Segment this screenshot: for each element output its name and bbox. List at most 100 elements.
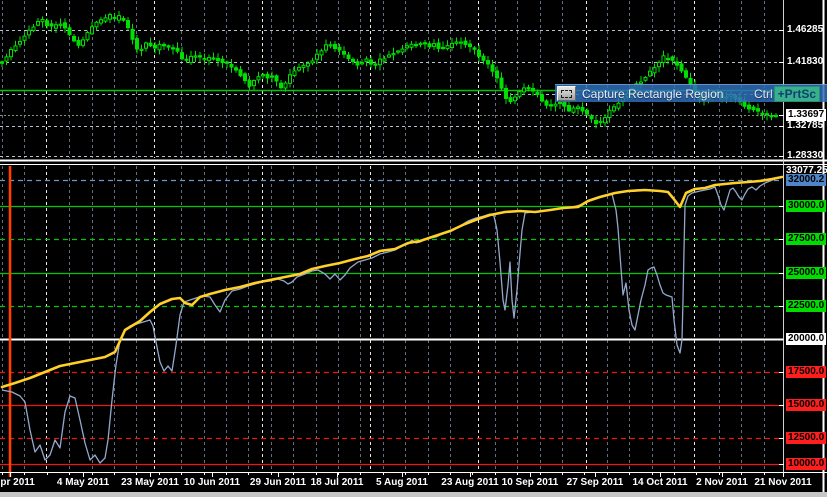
candle-body (459, 41, 463, 44)
candle-body (13, 45, 18, 51)
candle-body (657, 61, 661, 68)
candle-body (234, 67, 238, 71)
candle-body (45, 20, 49, 27)
candle-body (490, 64, 495, 72)
candle-body (108, 14, 112, 20)
candle-body (256, 76, 261, 81)
candle-body (661, 55, 666, 64)
candle-body (261, 74, 265, 77)
candle-body (166, 45, 171, 48)
candle-body (27, 29, 31, 36)
candle-body (450, 42, 454, 49)
candle-body (72, 35, 76, 42)
candle-body (324, 44, 328, 51)
candle-body (418, 42, 423, 46)
candle-body (756, 108, 760, 112)
candle-body (670, 56, 675, 61)
candle-body (360, 62, 364, 65)
candle-body (427, 43, 432, 48)
candle-body (391, 53, 396, 56)
candle-body (589, 115, 594, 120)
capture-tooltip-menu-item[interactable]: Capture Rectangle Region Ctrl +PrtSc (555, 84, 827, 102)
candle-body (297, 66, 301, 71)
candle-body (364, 58, 369, 63)
candle-body (571, 107, 576, 113)
candle-body (63, 22, 67, 29)
candle-body (531, 87, 535, 92)
tooltip-shortcut: Ctrl +PrtSc (753, 85, 820, 102)
candle-body (486, 60, 490, 65)
candle-body (562, 101, 567, 107)
candle-body (22, 35, 27, 41)
candle-body (436, 42, 441, 49)
candle-body (423, 42, 427, 45)
candle-body (774, 114, 778, 118)
candle-body (4, 56, 9, 62)
candle-body (153, 44, 157, 49)
candle-body (229, 63, 234, 68)
hotkey-ctrl: Ctrl (753, 86, 773, 101)
candle-body (504, 87, 508, 99)
candle-body (603, 117, 607, 124)
candle-body (162, 43, 166, 47)
candle-body (400, 48, 405, 53)
candle-body (526, 87, 531, 90)
candle-body (18, 40, 22, 45)
candle-body (274, 75, 279, 82)
candle-body (328, 44, 333, 47)
candle-body (346, 54, 351, 60)
candle-body (517, 91, 522, 97)
candle-body (432, 43, 436, 47)
candle-body (598, 120, 603, 124)
candle-body (94, 21, 99, 28)
candle-body (522, 87, 526, 93)
mt4-chart-window: 1.46285 1.41830 1.33697 1.32785 1.28330 33077… (0, 0, 827, 497)
capture-region-icon (557, 86, 576, 101)
chart-graphics[interactable] (0, 0, 827, 497)
candle-body (126, 20, 130, 29)
candle-body (180, 52, 184, 60)
candle-body (49, 23, 54, 27)
candle-body (679, 63, 684, 72)
candle-body (445, 45, 450, 50)
candle-body (463, 40, 468, 46)
candle-body (675, 61, 679, 66)
candle-body (247, 80, 252, 87)
equity-line (1, 176, 781, 464)
balance-line (0, 175, 784, 389)
candle-body (270, 75, 274, 78)
candle-body (157, 43, 162, 51)
candle-body (310, 60, 315, 64)
candle-body (81, 39, 85, 46)
candle-body (567, 105, 571, 112)
hotkey-prtsc-chip: +PrtSc (773, 85, 820, 102)
candle-body (130, 28, 135, 40)
candle-body (499, 77, 504, 89)
candle-body (315, 53, 319, 60)
tooltip-label: Capture Rectangle Region (582, 86, 724, 101)
candle-body (369, 59, 373, 65)
candle-body (378, 58, 382, 66)
candle-body (760, 112, 765, 116)
candle-body (481, 55, 486, 61)
candle-body (144, 42, 148, 49)
candle-body (544, 100, 549, 106)
candle-body (535, 91, 540, 96)
candle-body (666, 57, 670, 61)
candle-body (112, 16, 117, 20)
candle-body (76, 40, 81, 46)
candle-body (468, 43, 472, 48)
candle-body (616, 102, 621, 109)
candle-body (193, 55, 198, 58)
candle-body (9, 48, 13, 58)
candle-body (319, 50, 324, 56)
candle-body (409, 43, 414, 48)
candle-body (252, 80, 256, 87)
candle-body (382, 58, 387, 62)
candle-body (175, 47, 180, 52)
candle-body (337, 46, 342, 51)
candle-body (238, 69, 243, 77)
candle-body (396, 50, 400, 53)
candle-body (387, 54, 391, 58)
candle-body (454, 41, 459, 44)
